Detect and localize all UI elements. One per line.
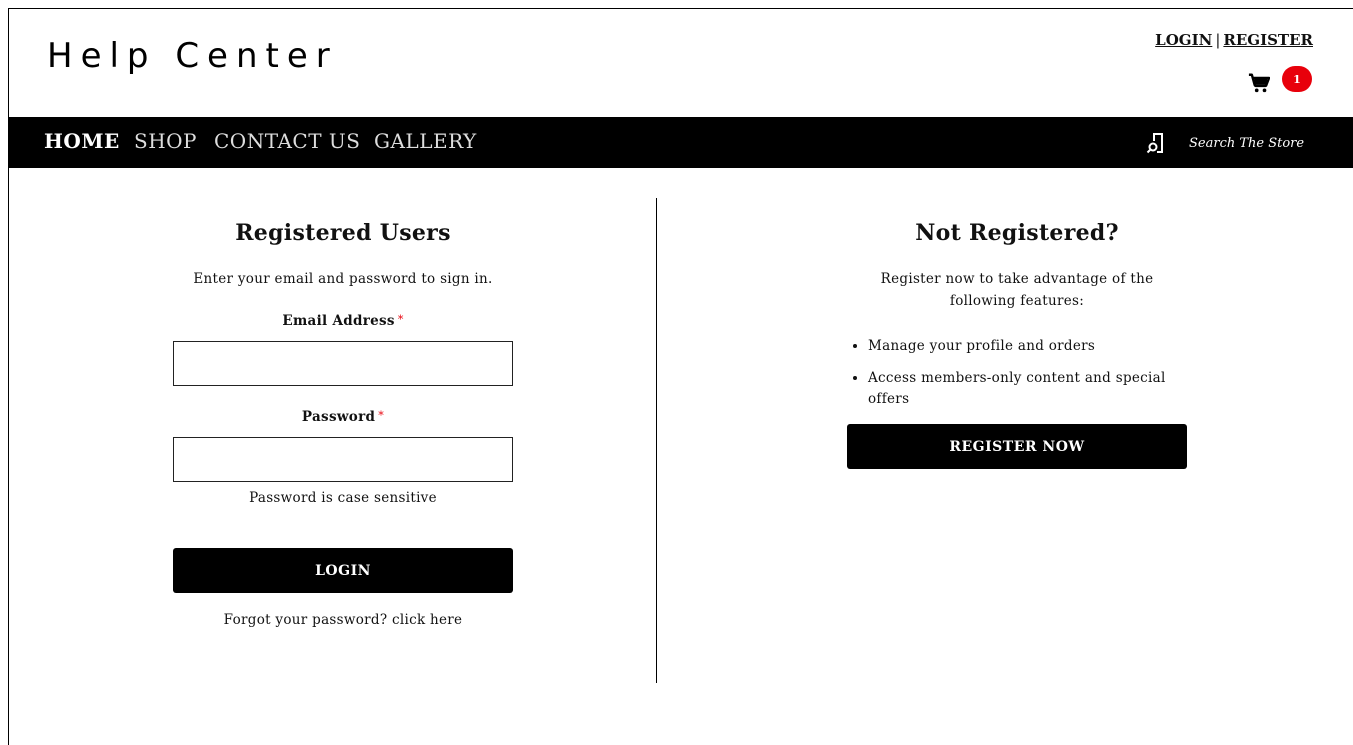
nav-contact-us[interactable]: CONTACT US: [214, 129, 360, 153]
not-registered-title: Not Registered?: [915, 220, 1119, 246]
nav-home[interactable]: HOME: [44, 129, 120, 153]
auth-separator: |: [1215, 31, 1221, 49]
features-list: Manage your profile and orders Access me…: [846, 336, 1188, 410]
not-registered-section: Not Registered? Register now to take adv…: [846, 220, 1188, 469]
register-now-button[interactable]: REGISTER NOW: [847, 424, 1187, 469]
email-required-mark: *: [397, 313, 404, 326]
forgot-password-link[interactable]: Forgot your password? click here: [170, 612, 516, 628]
login-link[interactable]: LOGIN: [1155, 31, 1212, 49]
nav-gallery[interactable]: GALLERY: [374, 129, 477, 153]
register-link[interactable]: REGISTER: [1223, 31, 1313, 49]
not-registered-intro: Register now to take advantage of the fo…: [880, 271, 1154, 309]
registered-intro: Enter your email and password to sign in…: [193, 271, 493, 287]
main-nav: HOME SHOP CONTACT US GALLERY: [9, 117, 1353, 168]
login-button[interactable]: LOGIN: [173, 548, 513, 593]
email-label-text: Email Address: [282, 313, 395, 329]
registered-users-section: Registered Users Enter your email and pa…: [170, 220, 516, 628]
auth-links: LOGIN | REGISTER: [1155, 31, 1313, 49]
site-logo[interactable]: Help Center: [47, 36, 338, 76]
search-icon[interactable]: [1146, 131, 1168, 155]
password-required-mark: *: [378, 409, 385, 422]
password-field[interactable]: [173, 437, 513, 482]
registered-users-title: Registered Users: [235, 220, 451, 246]
email-label: Email Address *: [170, 313, 516, 329]
list-item: Access members-only content and special …: [868, 368, 1188, 410]
list-item: Manage your profile and orders: [868, 336, 1188, 357]
email-field[interactable]: [173, 341, 513, 386]
column-divider: [656, 198, 657, 683]
cart-count-badge[interactable]: 1: [1282, 66, 1312, 92]
cart-icon[interactable]: [1248, 72, 1270, 94]
password-label: Password *: [170, 409, 516, 425]
search-input[interactable]: [1189, 130, 1334, 156]
nav-shop[interactable]: SHOP: [134, 129, 197, 153]
password-label-text: Password: [301, 409, 376, 425]
password-hint: Password is case sensitive: [249, 490, 437, 506]
